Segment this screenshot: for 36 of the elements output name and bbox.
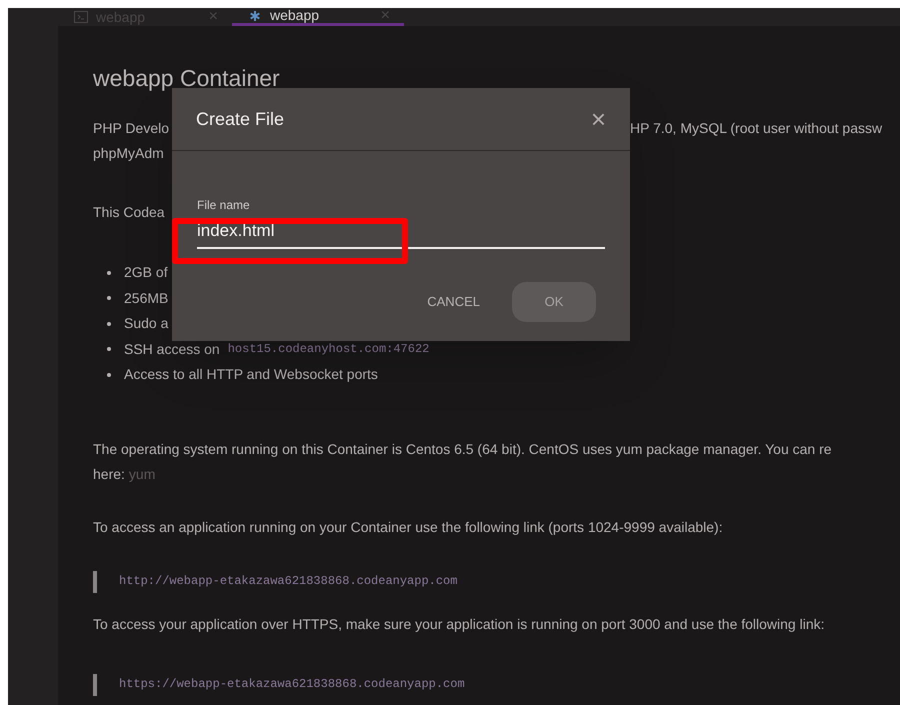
list-item-text: Access to all HTTP and Websocket ports bbox=[124, 365, 378, 384]
paragraph-text: This Codea bbox=[93, 204, 165, 220]
paragraph-text: PHP Develo bbox=[93, 120, 170, 136]
link[interactable]: yum bbox=[128, 462, 156, 486]
quote-bar bbox=[93, 674, 97, 696]
bullet-icon bbox=[107, 322, 111, 326]
bullet-icon bbox=[107, 270, 111, 275]
paragraph-text: HP 7.0, MySQL (root user without passw bbox=[630, 119, 882, 138]
page-title: webapp Container bbox=[93, 64, 281, 93]
ok-button[interactable]: OK bbox=[512, 282, 596, 322]
list-item-text: 256MB bbox=[124, 288, 168, 308]
close-icon[interactable]: × bbox=[590, 106, 606, 132]
quote-bar bbox=[93, 570, 97, 592]
paragraph-text: The operating system running on this Container is Centos 6.5 (64 bit). CentOS uses yum package manager. You can re bbox=[93, 440, 833, 459]
asterisk-icon bbox=[250, 10, 260, 20]
field-label: File name bbox=[197, 197, 251, 214]
terminal-icon bbox=[74, 11, 88, 23]
cancel-button[interactable]: CANCEL bbox=[421, 282, 486, 322]
list-item-text: 2GB of bbox=[124, 263, 168, 282]
bullet-icon bbox=[107, 347, 111, 352]
code-text: host15.codeanyhost.com:47622 bbox=[228, 340, 430, 358]
bullet-icon bbox=[107, 296, 111, 300]
close-icon[interactable]: × bbox=[380, 8, 390, 28]
url-text: http://webapp-etakazawa621838868.codeanyapp.com bbox=[119, 573, 458, 590]
close-icon[interactable]: × bbox=[208, 8, 218, 29]
paragraph-text: To access your application over HTTPS, make sure your application is running on port 3000 and use the following link: bbox=[93, 614, 826, 634]
paragraph-text: here: bbox=[93, 464, 125, 484]
file-name-input[interactable]: index.html bbox=[197, 218, 605, 248]
url-text: https://webapp-etakazawa621838868.codeanyapp.com bbox=[119, 676, 465, 693]
paragraph-text: To access an application running on your Container use the following link (ports 1024-9999 available): bbox=[93, 518, 724, 537]
dialog-title: Create File bbox=[196, 108, 284, 130]
bullet-icon bbox=[107, 372, 111, 377]
paragraph-text: phpMyAdm bbox=[93, 145, 164, 161]
list-item-text: Sudo a bbox=[124, 314, 168, 334]
tab[interactable]: webapp × bbox=[232, 8, 404, 26]
list-item-text: SSH access on bbox=[124, 340, 220, 359]
